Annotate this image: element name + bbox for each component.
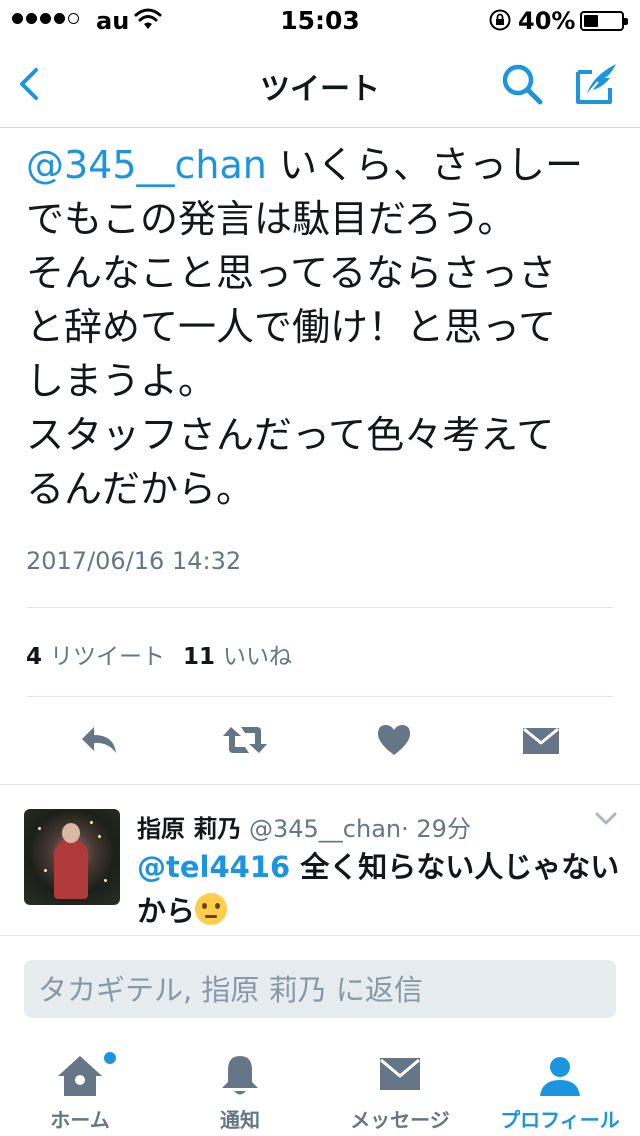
tab-profile[interactable]: プロフィール [480, 1042, 640, 1136]
retweet-button[interactable] [220, 718, 270, 762]
reply-input[interactable] [36, 960, 600, 1020]
tab-notifications-label: 通知 [220, 1108, 260, 1132]
reply-header: 指原 莉乃 @345__chan· 29分 [137, 809, 471, 844]
reply-button[interactable] [74, 718, 124, 762]
status-bar: au 15:03 40% [0, 0, 640, 40]
search-icon[interactable] [498, 60, 546, 108]
reply-text: @tel4416 全く知らない人じゃないから [137, 845, 621, 933]
home-icon [58, 1056, 102, 1096]
retweet-label[interactable]: リツイート [50, 637, 165, 671]
reply-input-box[interactable] [24, 960, 616, 1020]
reply-author-handle[interactable]: @345__chan [249, 815, 401, 843]
battery-icon [580, 11, 628, 31]
avatar[interactable] [24, 809, 120, 905]
tweet-mention-link[interactable]: @345__chan [26, 143, 267, 187]
retweet-count[interactable]: 4 [26, 644, 42, 670]
tweet-timestamp: 2017/06/16 14:32 [26, 547, 242, 575]
tab-profile-label: プロフィール [500, 1108, 620, 1132]
battery-level [584, 15, 598, 27]
tweet-stats: 4 リツイート 11 いいね [26, 637, 310, 671]
battery-percentage: 40% [518, 7, 576, 35]
reply-tweet[interactable]: 指原 莉乃 @345__chan· 29分 @tel4416 全く知らない人じゃ… [0, 784, 640, 936]
bell-icon [222, 1056, 258, 1095]
navigation-bar: ツイート [0, 40, 640, 128]
tweet-text: @345__chan いくら、さっしー でもこの発言は駄目だろう。 そんなこと思… [26, 138, 626, 516]
compose-tweet-icon[interactable] [570, 58, 622, 110]
reply-icon [82, 727, 116, 753]
divider [26, 696, 614, 697]
like-count[interactable]: 11 [183, 644, 215, 670]
reply-time: · 29分 [401, 815, 471, 843]
retweet-icon [223, 727, 267, 753]
divider [26, 607, 614, 608]
direct-message-icon [523, 727, 559, 754]
reply-author-name[interactable]: 指原 莉乃 [137, 815, 241, 843]
chevron-down-icon[interactable] [594, 811, 618, 827]
heart-icon [378, 725, 410, 755]
tab-home-label: ホーム [50, 1108, 110, 1132]
like-label[interactable]: いいね [223, 637, 292, 671]
reply-text-line2: から [137, 894, 196, 928]
tab-home[interactable]: ホーム [0, 1042, 160, 1136]
reply-mention-link[interactable]: @tel4416 [137, 850, 290, 884]
envelope-icon [380, 1058, 420, 1090]
tab-messages-label: メッセージ [350, 1108, 450, 1132]
profile-icon [540, 1057, 580, 1096]
tweet-body: いくら、さっしー でもこの発言は駄目だろう。 そんなこと思ってるならさっさ と辞… [26, 143, 583, 511]
direct-message-button[interactable] [516, 718, 566, 762]
like-button[interactable] [369, 718, 419, 762]
tab-messages[interactable]: メッセージ [320, 1042, 480, 1136]
tab-notifications[interactable]: 通知 [160, 1042, 320, 1136]
rotation-lock-icon [489, 9, 511, 31]
notification-dot [102, 1050, 118, 1066]
thinking-face-emoji [195, 893, 228, 925]
reply-text-line1: 全く知らない人じゃない [290, 850, 620, 884]
tab-bar: ホーム 通知 メッセージ プロフィール [0, 1042, 640, 1136]
